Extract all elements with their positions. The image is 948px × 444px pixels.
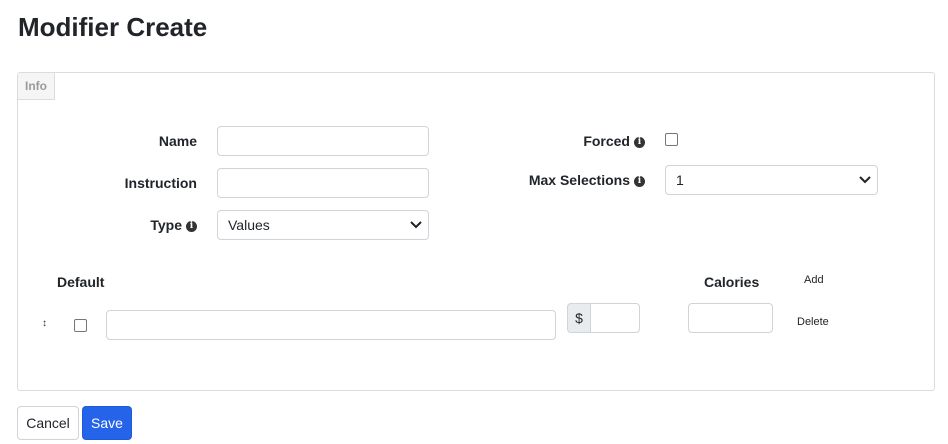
save-button[interactable]: Save bbox=[82, 406, 132, 440]
value-name-input[interactable] bbox=[106, 310, 556, 340]
chevron-down-icon bbox=[410, 221, 422, 229]
info-icon[interactable]: i bbox=[186, 221, 197, 232]
max-selections-value: 1 bbox=[676, 172, 684, 188]
cancel-button[interactable]: Cancel bbox=[17, 406, 79, 440]
type-label-text: Type bbox=[150, 217, 182, 233]
forced-checkbox[interactable] bbox=[665, 133, 678, 146]
default-checkbox[interactable] bbox=[74, 319, 87, 332]
sort-handle-icon[interactable]: ↕ bbox=[42, 317, 47, 331]
name-input[interactable] bbox=[217, 126, 429, 156]
name-label: Name bbox=[120, 131, 197, 151]
type-select[interactable]: Values bbox=[217, 210, 429, 240]
delete-row-button[interactable]: Delete bbox=[797, 315, 829, 329]
info-icon[interactable]: i bbox=[634, 176, 645, 187]
forced-label-text: Forced bbox=[583, 133, 630, 149]
default-column-header: Default bbox=[57, 274, 105, 290]
max-selections-label: Max Selections i bbox=[500, 170, 645, 190]
modifier-create-page: Modifier Create Info Name Instruction Ty… bbox=[0, 0, 948, 444]
tab-info[interactable]: Info bbox=[18, 73, 55, 100]
price-input[interactable] bbox=[590, 303, 640, 333]
instruction-input[interactable] bbox=[217, 168, 429, 198]
max-selections-label-text: Max Selections bbox=[528, 172, 630, 188]
type-select-value: Values bbox=[228, 217, 270, 233]
type-label: Type i bbox=[100, 215, 197, 235]
add-row-button[interactable]: Add bbox=[804, 273, 824, 287]
page-title: Modifier Create bbox=[18, 12, 208, 42]
chevron-down-icon bbox=[859, 176, 871, 184]
instruction-label-text: Instruction bbox=[124, 175, 197, 191]
calories-column-header: Calories bbox=[704, 274, 760, 290]
name-label-text: Name bbox=[158, 133, 197, 149]
currency-addon: $ bbox=[567, 303, 591, 333]
max-selections-select[interactable]: 1 bbox=[665, 165, 878, 195]
calories-input[interactable] bbox=[688, 303, 773, 333]
forced-label: Forced i bbox=[540, 131, 645, 151]
instruction-label: Instruction bbox=[100, 173, 197, 193]
info-icon[interactable]: i bbox=[634, 137, 645, 148]
